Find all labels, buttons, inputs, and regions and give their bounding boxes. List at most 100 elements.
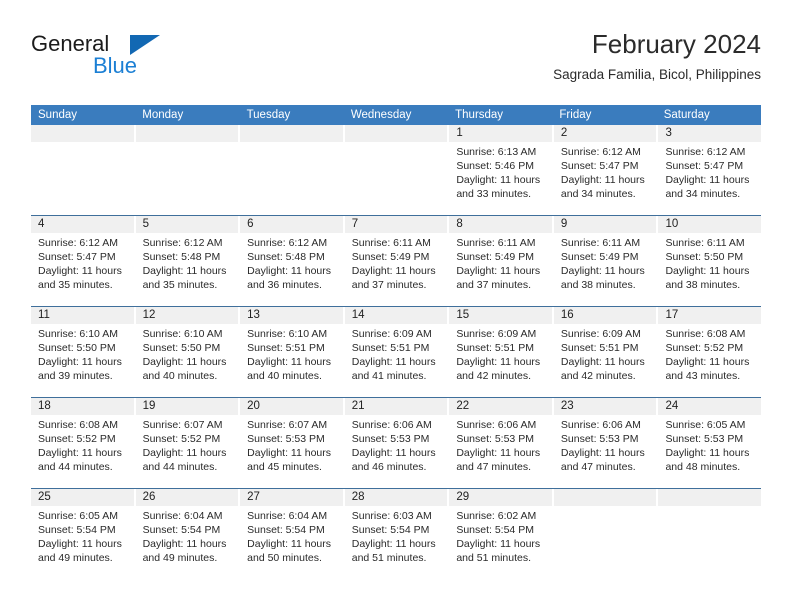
day-number: 13 [240,307,343,324]
sunrise-text: Sunrise: 6:13 AM [456,146,537,158]
day-info: Sunrise: 6:10 AM Sunset: 5:50 PM Daylight:… [31,324,134,383]
day-cell-9[interactable]: 9 Sunrise: 6:11 AM Sunset: 5:49 PM Daylight… [553,216,659,306]
sunrise-text: Sunrise: 6:09 AM [456,328,537,340]
day-number: 22 [449,398,552,415]
day-cell-22[interactable]: 22 Sunrise: 6:06 AM Sunset: 5:53 PM Dayligh… [449,398,554,488]
logo-text-blue: Blue [93,53,138,78]
weekday-header-monday: Monday [142,109,184,121]
day-cell-26[interactable]: 26 Sunrise: 6:04 AM Sunset: 5:54 PM Dayligh… [135,489,241,579]
general-blue-logo[interactable]: General Blue [31,32,211,88]
sunrise-text: Sunrise: 6:12 AM [247,237,328,249]
day-cell-6[interactable]: 6 Sunrise: 6:12 AM Sunset: 5:48 PM Daylight… [240,216,345,306]
logo-triangle-icon [130,35,160,55]
daylight-text: Daylight: 11 hours and 50 minutes. [247,538,332,564]
day-cell-25[interactable]: 25 Sunrise: 6:05 AM Sunset: 5:54 PM Dayligh… [31,489,136,579]
sunrise-text: Sunrise: 6:08 AM [38,419,118,431]
day-info: Sunrise: 6:08 AM Sunset: 5:52 PM Daylight:… [658,324,761,383]
day-info: Sunrise: 6:07 AM Sunset: 5:53 PM Daylight:… [240,415,343,474]
day-cell-4[interactable]: 4 Sunrise: 6:12 AM Sunset: 5:47 PM Daylight… [31,216,136,306]
daylight-text: Daylight: 11 hours and 38 minutes. [560,265,645,291]
daylight-text: Daylight: 11 hours and 48 minutes. [665,447,750,473]
sunrise-text: Sunrise: 6:07 AM [142,419,223,431]
sunset-text: Sunset: 5:51 PM [456,342,534,354]
sunset-text: Sunset: 5:54 PM [351,524,430,536]
day-cell-10[interactable]: 10 Sunrise: 6:11 AM Sunset: 5:50 PM Dayligh… [658,216,762,306]
day-number: 19 [135,398,239,415]
daylight-text: Daylight: 11 hours and 51 minutes. [351,538,436,564]
day-number: 17 [658,307,762,324]
day-cell-empty [553,489,659,579]
daylight-text: Daylight: 11 hours and 33 minutes. [456,174,541,200]
daylight-text: Daylight: 11 hours and 37 minutes. [351,265,436,291]
day-cell-24[interactable]: 24 Sunrise: 6:05 AM Sunset: 5:53 PM Dayligh… [658,398,762,488]
day-cell-18[interactable]: 18 Sunrise: 6:08 AM Sunset: 5:52 PM Dayligh… [31,398,136,488]
day-cell-3[interactable]: 3 Sunrise: 6:12 AM Sunset: 5:47 PM Daylight… [658,125,762,215]
day-cell-27[interactable]: 27 Sunrise: 6:04 AM Sunset: 5:54 PM Dayligh… [240,489,345,579]
day-cell-12[interactable]: 12 Sunrise: 6:10 AM Sunset: 5:50 PM Dayligh… [135,307,241,397]
weekday-header-sunday: Sunday [38,109,78,121]
sunrise-text: Sunrise: 6:03 AM [351,510,432,522]
day-number: 7 [344,216,448,233]
sunrise-text: Sunrise: 6:11 AM [456,237,536,249]
sunset-text: Sunset: 5:54 PM [38,524,116,536]
day-cell-21[interactable]: 21 Sunrise: 6:06 AM Sunset: 5:53 PM Dayligh… [344,398,450,488]
page-title: February 2024 [591,29,761,59]
day-cell-16[interactable]: 16 Sunrise: 6:09 AM Sunset: 5:51 PM Dayligh… [553,307,659,397]
sunset-text: Sunset: 5:50 PM [38,342,116,354]
day-number: 18 [31,398,134,415]
day-cell-8[interactable]: 8 Sunrise: 6:11 AM Sunset: 5:49 PM Daylight… [449,216,554,306]
sunrise-text: Sunrise: 6:07 AM [247,419,328,431]
day-cell-14[interactable]: 14 Sunrise: 6:09 AM Sunset: 5:51 PM Dayligh… [344,307,450,397]
sunset-text: Sunset: 5:54 PM [247,524,325,536]
sunset-text: Sunset: 5:51 PM [351,342,430,354]
page-header: General Blue February 2024 Sagrada Famil… [31,28,761,98]
day-cell-19[interactable]: 19 Sunrise: 6:07 AM Sunset: 5:52 PM Dayligh… [135,398,241,488]
day-info: Sunrise: 6:11 AM Sunset: 5:49 PM Daylight:… [345,233,448,292]
day-cell-7[interactable]: 7 Sunrise: 6:11 AM Sunset: 5:49 PM Daylight… [344,216,450,306]
day-cell-11[interactable]: 11 Sunrise: 6:10 AM Sunset: 5:50 PM Dayligh… [31,307,136,397]
daylight-text: Daylight: 11 hours and 34 minutes. [560,174,645,200]
day-cell-28[interactable]: 28 Sunrise: 6:03 AM Sunset: 5:54 PM Dayligh… [344,489,450,579]
sunrise-text: Sunrise: 6:12 AM [560,146,641,158]
day-info: Sunrise: 6:12 AM Sunset: 5:48 PM Daylight:… [136,233,239,292]
daylight-text: Daylight: 11 hours and 44 minutes. [38,447,122,473]
daylight-text: Daylight: 11 hours and 46 minutes. [351,447,436,473]
daylight-text: Daylight: 11 hours and 39 minutes. [38,356,122,382]
sunrise-text: Sunrise: 6:08 AM [665,328,746,340]
day-cell-5[interactable]: 5 Sunrise: 6:12 AM Sunset: 5:48 PM Daylight… [135,216,241,306]
day-cell-1[interactable]: 1 Sunrise: 6:13 AM Sunset: 5:46 PM Daylight… [449,125,554,215]
weekday-header-saturday: Saturday [663,109,710,121]
day-info: Sunrise: 6:05 AM Sunset: 5:54 PM Daylight:… [31,506,134,565]
day-number [344,125,448,142]
day-info: Sunrise: 6:12 AM Sunset: 5:48 PM Daylight:… [240,233,343,292]
day-info: Sunrise: 6:11 AM Sunset: 5:49 PM Daylight:… [449,233,552,292]
day-number: 27 [240,489,343,506]
weekday-header-thursday: Thursday [455,109,504,121]
day-number [31,125,134,142]
sunrise-text: Sunrise: 6:12 AM [38,237,118,249]
sunrise-text: Sunrise: 6:10 AM [38,328,118,340]
day-number: 8 [449,216,552,233]
day-info: Sunrise: 6:05 AM Sunset: 5:53 PM Daylight:… [658,415,761,474]
sunset-text: Sunset: 5:52 PM [38,433,116,445]
day-cell-17[interactable]: 17 Sunrise: 6:08 AM Sunset: 5:52 PM Dayligh… [658,307,762,397]
day-cell-20[interactable]: 20 Sunrise: 6:07 AM Sunset: 5:53 PM Dayligh… [240,398,345,488]
sunset-text: Sunset: 5:47 PM [560,160,639,172]
sunset-text: Sunset: 5:51 PM [560,342,639,354]
day-cell-2[interactable]: 2 Sunrise: 6:12 AM Sunset: 5:47 PM Daylight… [553,125,659,215]
day-cell-empty [135,125,241,215]
day-info: Sunrise: 6:12 AM Sunset: 5:47 PM Daylight:… [31,233,134,292]
calendar-week-row: 4 Sunrise: 6:12 AM Sunset: 5:47 PM Daylight… [31,215,762,306]
day-info: Sunrise: 6:09 AM Sunset: 5:51 PM Daylight:… [345,324,448,383]
day-info: Sunrise: 6:12 AM Sunset: 5:47 PM Daylight:… [658,142,761,201]
day-cell-23[interactable]: 23 Sunrise: 6:06 AM Sunset: 5:53 PM Dayligh… [553,398,659,488]
day-number [135,125,239,142]
day-cell-15[interactable]: 15 Sunrise: 6:09 AM Sunset: 5:51 PM Dayligh… [449,307,554,397]
sunset-text: Sunset: 5:46 PM [456,160,534,172]
day-number: 28 [344,489,448,506]
day-cell-29[interactable]: 29 Sunrise: 6:02 AM Sunset: 5:54 PM Dayligh… [449,489,554,579]
daylight-text: Daylight: 11 hours and 43 minutes. [665,356,750,382]
sunrise-text: Sunrise: 6:05 AM [665,419,746,431]
day-info: Sunrise: 6:06 AM Sunset: 5:53 PM Daylight:… [449,415,552,474]
day-cell-13[interactable]: 13 Sunrise: 6:10 AM Sunset: 5:51 PM Dayligh… [240,307,345,397]
